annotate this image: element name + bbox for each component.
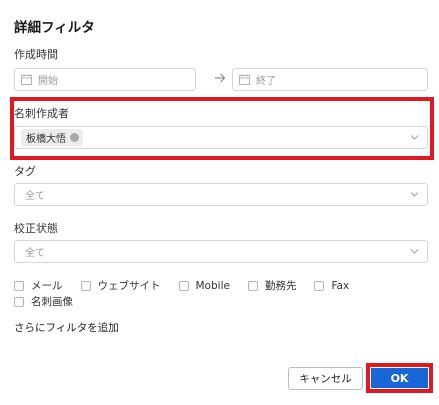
checkbox-email[interactable]: メール — [14, 278, 63, 293]
checkbox-box[interactable] — [247, 280, 258, 291]
field-checkbox-row-2: 名刺画像 — [14, 294, 91, 309]
creator-chip: 板橋大悟 — [21, 129, 83, 146]
checkbox-workplace[interactable]: 勤務先 — [247, 278, 297, 293]
card-creator-select[interactable]: 板橋大悟 — [14, 126, 428, 149]
cancel-button[interactable]: キャンセル — [288, 367, 363, 390]
checkbox-box[interactable] — [14, 296, 24, 307]
checkbox-box[interactable] — [14, 280, 24, 291]
calendar-icon — [21, 74, 32, 85]
dialog-title: 詳細フィルタ — [14, 20, 95, 36]
tag-select-value: 全て — [25, 191, 45, 202]
checkbox-label: ウェブサイト — [97, 280, 161, 292]
checkbox-label: メール — [31, 280, 63, 292]
tag-select[interactable]: 全て — [14, 183, 428, 206]
checkbox-card-image[interactable]: 名刺画像 — [14, 294, 73, 309]
proofread-status-value: 全て — [25, 248, 45, 259]
checkbox-box[interactable] — [178, 280, 189, 291]
proofread-status-label: 校正状態 — [14, 222, 58, 235]
chevron-down-icon — [410, 135, 419, 140]
checkbox-label: Fax — [331, 279, 350, 292]
chevron-down-icon — [410, 249, 419, 254]
start-date-input[interactable]: 開始 — [14, 68, 196, 91]
checkbox-box[interactable] — [80, 280, 91, 291]
checkbox-box[interactable] — [314, 280, 325, 291]
card-creator-label: 名刺作成者 — [14, 107, 69, 120]
checkbox-fax[interactable]: Fax — [314, 280, 349, 292]
arrow-right-icon — [215, 73, 226, 83]
checkbox-mobile[interactable]: Mobile — [178, 279, 230, 292]
created-time-label: 作成時間 — [14, 48, 58, 61]
chevron-down-icon — [410, 192, 419, 197]
end-date-placeholder: 終了 — [256, 76, 276, 87]
field-checkbox-row: メール ウェブサイト Mobile 勤務先 Fax — [14, 278, 367, 293]
checkbox-label: Mobile — [195, 279, 230, 292]
creator-chip-label: 板橋大悟 — [26, 134, 66, 145]
checkbox-label: 勤務先 — [264, 280, 297, 292]
proofread-status-select[interactable]: 全て — [14, 240, 428, 263]
calendar-icon — [239, 74, 250, 85]
end-date-input[interactable]: 終了 — [232, 68, 428, 91]
ok-button[interactable]: OK — [371, 368, 428, 388]
checkbox-label: 名刺画像 — [31, 296, 73, 308]
checkbox-website[interactable]: ウェブサイト — [80, 278, 161, 293]
tag-label: タグ — [14, 165, 36, 178]
remove-dot-icon[interactable] — [70, 133, 79, 142]
start-date-placeholder: 開始 — [38, 76, 58, 87]
add-filter-link[interactable]: さらにフィルタを追加 — [14, 320, 119, 335]
